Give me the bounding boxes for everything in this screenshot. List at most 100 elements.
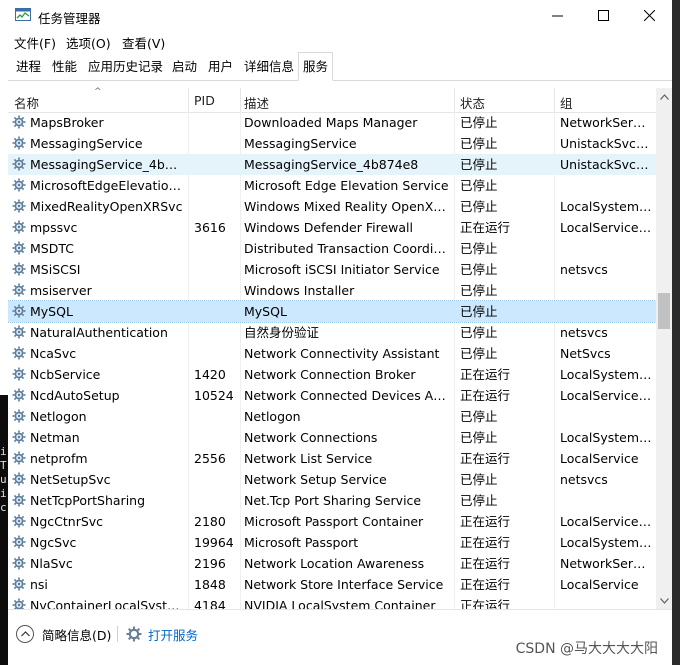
column-header-row: ^ 名称 PID 描述 状态 组 xyxy=(8,87,656,113)
terminal-line: u xyxy=(0,473,7,486)
maximize-icon xyxy=(597,10,609,21)
service-gear-icon xyxy=(12,199,26,213)
sort-ascending-icon: ^ xyxy=(94,87,102,97)
close-button[interactable] xyxy=(626,0,672,31)
scroll-up-button[interactable] xyxy=(656,88,672,105)
service-gear-icon xyxy=(12,535,26,549)
watermark-text: CSDN @马大大大大阳 xyxy=(515,641,658,657)
column-header-name[interactable]: 名称 xyxy=(14,93,39,112)
service-description: Windows Defender Firewall xyxy=(244,220,413,235)
service-pid: 1420 xyxy=(194,367,226,382)
table-row[interactable]: MSiSCSI Microsoft iSCSI Initiator Service… xyxy=(8,259,656,280)
tab-performance[interactable]: 性能 xyxy=(48,56,81,78)
tab-processes[interactable]: 进程 xyxy=(12,56,45,78)
table-row[interactable]: NvContainerLocalSystem 4184 NVIDIA LocalSy… xyxy=(8,595,656,609)
service-description: Network Setup Service xyxy=(244,472,387,487)
table-row[interactable]: NcaSvc Network Connectivity Assistant 已停止 N… xyxy=(8,343,656,364)
table-row[interactable]: MicrosoftEdgeElevationService Microsoft E… xyxy=(8,175,656,196)
table-row[interactable]: NcdAutoSetup 10524 Network Connected Devic… xyxy=(8,385,656,406)
service-name: MicrosoftEdgeElevationService xyxy=(30,178,185,193)
column-header-group[interactable]: 组 xyxy=(560,93,573,112)
service-status: 正在运行 xyxy=(460,577,511,592)
table-row[interactable]: NcbService 1420 Network Connection Broker 正… xyxy=(8,364,656,385)
service-gear-icon xyxy=(12,262,26,276)
table-row[interactable]: MySQL MySQL 已停止 xyxy=(8,300,656,323)
column-header-status[interactable]: 状态 xyxy=(460,93,485,112)
tab-services[interactable]: 服务 xyxy=(298,52,334,81)
tab-app-history[interactable]: 应用历史记录 xyxy=(84,56,167,78)
service-status: 正在运行 xyxy=(460,514,511,529)
service-name: MessagingService_4b874e8 xyxy=(30,157,185,172)
table-row[interactable]: MSDTC Distributed Transaction Coordinator… xyxy=(8,238,656,259)
table-row[interactable]: msiserver Windows Installer 已停止 xyxy=(8,280,656,301)
minimize-button[interactable] xyxy=(534,0,580,31)
service-description: MessagingService xyxy=(244,136,357,151)
table-row[interactable]: NetTcpPortSharing Net.Tcp Port Sharing Se… xyxy=(8,490,656,511)
service-gear-icon xyxy=(12,220,26,234)
service-status: 已停止 xyxy=(460,283,498,298)
service-gear-icon xyxy=(12,493,26,507)
service-name: NgcSvc xyxy=(30,535,77,550)
menu-file[interactable]: 文件(F) xyxy=(14,33,56,52)
column-header-description[interactable]: 描述 xyxy=(244,93,269,112)
column-divider[interactable] xyxy=(454,88,455,112)
column-header-pid[interactable]: PID xyxy=(194,93,215,108)
table-row[interactable]: NlaSvc 2196 Network Location Awareness 正在运行… xyxy=(8,553,656,574)
service-status: 正在运行 xyxy=(460,556,511,571)
service-description: Microsoft Passport xyxy=(244,535,359,550)
service-description: Network Connections xyxy=(244,430,378,445)
service-pid: 2556 xyxy=(194,451,226,466)
table-row[interactable]: Netman Network Connections 已停止 LocalSystemN… xyxy=(8,427,656,448)
column-divider[interactable] xyxy=(188,88,189,112)
menu-options[interactable]: 选项(O) xyxy=(66,33,111,52)
tab-details[interactable]: 详细信息 xyxy=(240,56,298,78)
table-row[interactable]: NgcSvc 19964 Microsoft Passport 正在运行 LocalSy… xyxy=(8,532,656,553)
table-row[interactable]: Netlogon Netlogon 已停止 xyxy=(8,406,656,427)
table-row[interactable]: NetSetupSvc Network Setup Service 已停止 netsv… xyxy=(8,469,656,490)
service-gear-icon xyxy=(12,325,26,339)
table-row[interactable]: MessagingService_4b874e8 MessagingService… xyxy=(8,154,656,175)
service-description: Network Location Awareness xyxy=(244,556,425,571)
service-status: 已停止 xyxy=(460,409,498,424)
table-row[interactable]: nsi 1848 Network Store Interface Service 正在… xyxy=(8,574,656,595)
scroll-down-button[interactable] xyxy=(656,592,672,609)
service-group: NetSvcs xyxy=(560,346,611,361)
service-name: msiserver xyxy=(30,283,92,298)
column-divider[interactable] xyxy=(554,88,555,112)
service-gear-icon xyxy=(12,136,26,150)
service-group: LocalService xyxy=(560,577,639,592)
service-status: 已停止 xyxy=(460,262,498,277)
task-manager-window: 任务管理器 文件(F) 选项(O) 查看(V) 进程 性能 应用历史记录 启动 … xyxy=(8,0,672,665)
service-pid: 19964 xyxy=(194,535,234,550)
table-row[interactable]: MapsBroker Downloaded Maps Manager 已停止 Netw… xyxy=(8,112,656,133)
tab-startup[interactable]: 启动 xyxy=(168,56,201,78)
table-row[interactable]: MessagingService MessagingService 已停止 Unist… xyxy=(8,133,656,154)
column-divider[interactable] xyxy=(240,88,241,112)
table-row[interactable]: NgcCtnrSvc 2180 Microsoft Passport Contain… xyxy=(8,511,656,532)
title-bar[interactable]: 任务管理器 xyxy=(8,0,672,31)
service-gear-icon xyxy=(12,577,26,591)
maximize-button[interactable] xyxy=(580,0,626,31)
service-status: 已停止 xyxy=(460,199,498,214)
scrollbar-thumb[interactable] xyxy=(658,293,670,329)
service-group: LocalServiceNetworkRestricted xyxy=(560,514,652,529)
table-row[interactable]: mpssvc 3616 Windows Defender Firewall 正在运行 L… xyxy=(8,217,656,238)
minimize-icon xyxy=(551,15,563,17)
service-description: 自然身份验证 xyxy=(244,325,320,340)
service-gear-icon xyxy=(12,115,26,129)
vertical-scrollbar[interactable] xyxy=(656,88,672,609)
open-services-link[interactable]: 打开服务 xyxy=(126,624,198,644)
background-terminal: iTuic xyxy=(0,395,8,665)
service-description: MySQL xyxy=(244,304,287,319)
service-description: Windows Installer xyxy=(244,283,355,298)
table-row[interactable]: MixedRealityOpenXRSvc Windows Mixed Reali… xyxy=(8,196,656,217)
menu-view[interactable]: 查看(V) xyxy=(122,33,165,52)
table-row[interactable]: NaturalAuthentication 自然身份验证 已停止 netsvcs xyxy=(8,322,656,343)
tab-users[interactable]: 用户 xyxy=(204,56,237,78)
service-status: 正在运行 xyxy=(460,367,511,382)
service-pid: 2180 xyxy=(194,514,226,529)
service-gear-icon xyxy=(12,472,26,486)
fewer-details-button[interactable]: 简略信息(D) xyxy=(16,624,111,644)
table-row[interactable]: netprofm 2556 Network List Service 正在运行 Loca… xyxy=(8,448,656,469)
service-status: 正在运行 xyxy=(460,598,511,609)
